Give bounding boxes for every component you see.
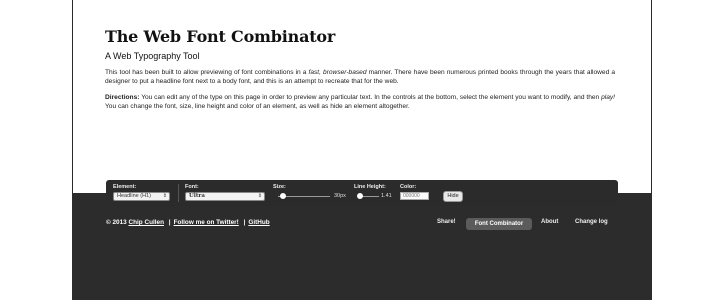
select-arrows-icon: ⇕ [162, 193, 167, 199]
intro-emphasis: fast, browser-based [308, 69, 367, 76]
divider [178, 184, 179, 202]
main-content: The Web Font Combinator A Web Typography… [105, 28, 615, 111]
nav-change-log[interactable]: Change log [575, 219, 608, 225]
site-title[interactable]: The Web Font Combinator [105, 28, 615, 46]
intro-text-1: This tool has been built to allow previe… [105, 69, 309, 76]
element-select-value: Headline (H1) [117, 193, 151, 199]
color-input[interactable] [400, 192, 429, 200]
author-link[interactable]: Chip Cullen [128, 219, 164, 226]
separator: | [243, 219, 246, 226]
line-height-label: Line Height: [354, 184, 386, 190]
separator: | [168, 219, 171, 226]
twitter-link[interactable]: Follow me on Twitter! [174, 219, 239, 226]
element-select[interactable]: Headline (H1) ⇕ [113, 192, 170, 201]
size-value: 30px [334, 193, 346, 199]
select-arrows-icon: ⇕ [257, 193, 262, 199]
hide-button[interactable]: Hide [443, 191, 463, 202]
intro-paragraph[interactable]: This tool has been built to allow previe… [105, 68, 615, 86]
footer-credits: © 2013 Chip Cullen | Follow me on Twitter… [106, 219, 270, 226]
copyright-text: © 2013 [106, 219, 129, 226]
nav-share[interactable]: Share! [437, 219, 456, 225]
line-height-slider-handle[interactable] [357, 193, 364, 199]
site-subtitle[interactable]: A Web Typography Tool [105, 51, 615, 61]
directions-emphasis: play! [601, 94, 615, 101]
element-label: Element: [113, 184, 137, 190]
directions-text-1: You can edit any of the type on this pag… [139, 94, 602, 101]
directions-paragraph[interactable]: Directions: You can edit any of the type… [105, 93, 615, 111]
directions-text-2: You can change the font, size, line heig… [105, 103, 410, 110]
nav-font-combinator[interactable]: Font Combinator [466, 218, 532, 230]
color-label: Color: [400, 184, 417, 190]
size-label: Size: [273, 184, 286, 190]
footer [72, 193, 652, 300]
font-select[interactable]: Ultra ⇕ [185, 192, 265, 201]
nav-about[interactable]: About [541, 219, 558, 225]
font-select-value: Ultra [189, 193, 205, 199]
font-label: Font: [185, 184, 199, 190]
line-height-value: 1.41 [381, 193, 392, 199]
directions-label: Directions: [105, 94, 140, 101]
control-bar: Element: Headline (H1) ⇕ Font: Ultra ⇕ S… [106, 180, 618, 206]
size-slider-handle[interactable] [280, 193, 287, 199]
github-link[interactable]: GitHub [248, 219, 269, 226]
